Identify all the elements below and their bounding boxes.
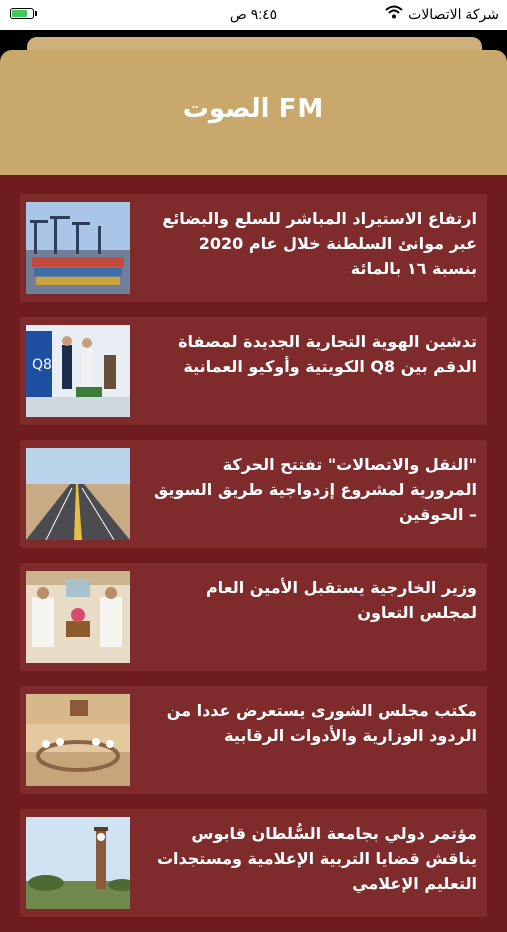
news-item[interactable]: مكتب مجلس الشورى يستعرض عددا من الردود ا… <box>20 686 487 794</box>
news-item[interactable]: Q8 تدشين الهوية التجارية الجديدة لمصفاة … <box>20 317 487 425</box>
q8-launch-image: Q8 <box>26 325 130 417</box>
council-hall-image <box>26 694 130 786</box>
clock-tower-image <box>26 817 130 909</box>
news-item[interactable]: "النقل والاتصالات" تفتتح الحركة المرورية… <box>20 440 487 548</box>
news-headline: مؤتمر دولي بجامعة السُّلطان قابوس يناقش … <box>156 824 477 893</box>
news-item[interactable]: ارتفاع الاستيراد المباشر للسلع والبضائع … <box>20 194 487 302</box>
news-item[interactable]: وزير الخارجية يستقبل الأمين العام لمجلس … <box>20 563 487 671</box>
svg-text:Q8: Q8 <box>32 357 52 373</box>
news-headline: مكتب مجلس الشورى يستعرض عددا من الردود ا… <box>166 701 477 745</box>
battery-tip <box>35 11 37 16</box>
news-feed: ارتفاع الاستيراد المباشر للسلع والبضائع … <box>20 194 487 932</box>
station-logo: الصوت FM <box>182 94 325 124</box>
highway-image <box>26 448 130 540</box>
news-item[interactable]: مؤتمر دولي بجامعة السُّلطان قابوس يناقش … <box>20 809 487 917</box>
news-headline: "النقل والاتصالات" تفتتح الحركة المرورية… <box>154 455 477 524</box>
news-headline: ارتفاع الاستيراد المباشر للسلع والبضائع … <box>162 209 477 278</box>
news-headline: تدشين الهوية التجارية الجديدة لمصفاة الد… <box>178 332 477 376</box>
port-cranes-image <box>26 202 130 294</box>
minister-meeting-image <box>26 571 130 663</box>
status-bar: شركة الاتصالات ٩:٤٥ ص <box>0 0 507 30</box>
battery-icon <box>10 8 34 19</box>
news-headline: وزير الخارجية يستقبل الأمين العام لمجلس … <box>205 578 477 622</box>
battery-fill <box>12 10 27 17</box>
clock: ٩:٤٥ ص <box>229 6 278 22</box>
